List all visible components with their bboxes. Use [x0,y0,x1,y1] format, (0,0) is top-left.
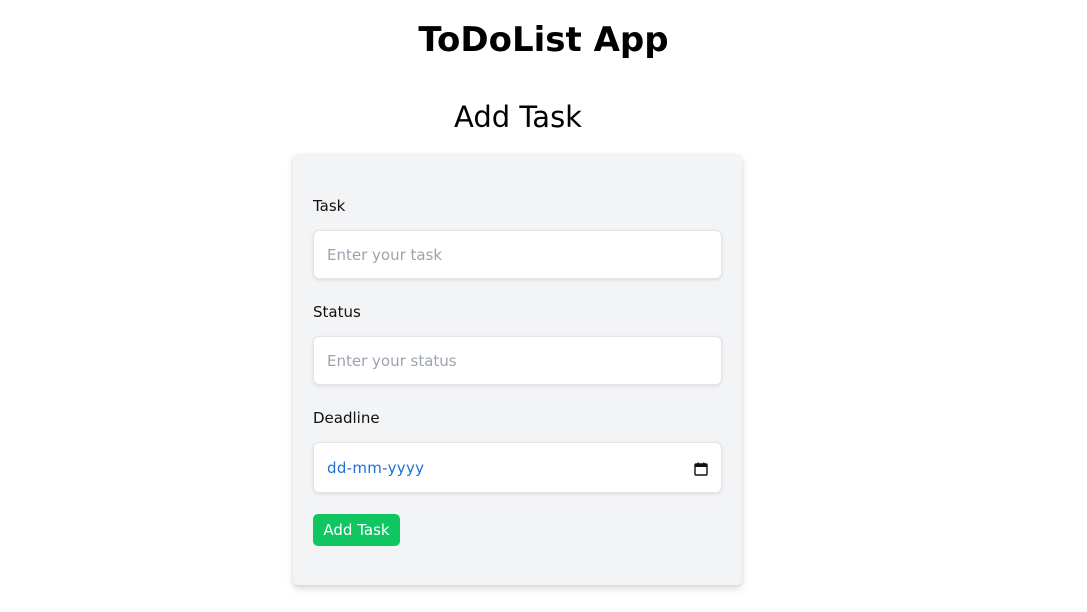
deadline-date-input[interactable]: dd-mm-yyyy [313,442,722,493]
calendar-icon[interactable] [694,461,708,476]
task-label: Task [313,197,346,215]
status-input[interactable] [313,336,722,385]
add-task-form: Task Status Deadline dd-mm-yyyy Add Task [293,154,742,585]
deadline-date-value[interactable]: dd-mm-yyyy [327,458,424,478]
deadline-label: Deadline [313,409,380,427]
task-input[interactable] [313,230,722,279]
add-task-button[interactable]: Add Task [313,514,400,546]
app-title: ToDoList App [418,20,669,60]
page-title: Add Task [454,100,582,134]
status-label: Status [313,303,361,321]
